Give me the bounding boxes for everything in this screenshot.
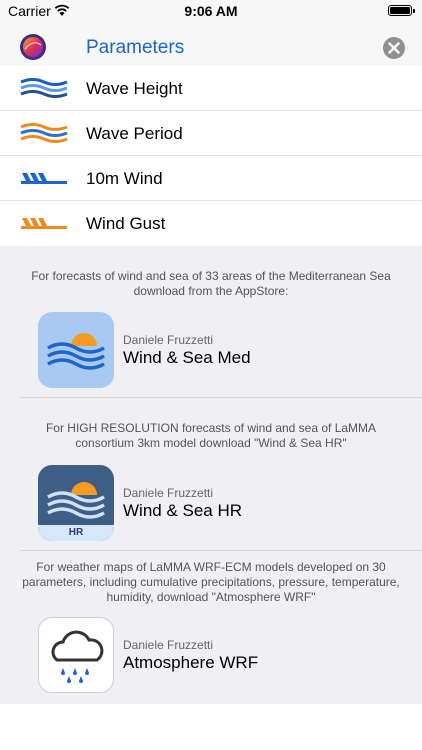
developer-name: Daniele Fruzzetti xyxy=(123,486,214,500)
promo-area: For forecasts of wind and sea of 33 area… xyxy=(0,246,422,704)
parameter-label: Wave Period xyxy=(86,124,183,143)
app-icon-wind-sea-hr[interactable]: HR xyxy=(38,465,114,541)
developer-name: Daniele Fruzzetti xyxy=(123,638,214,652)
app-icon-wind-sea-med[interactable] xyxy=(38,312,114,388)
parameters-list: Wave Height Wave Period 10m Wind Wind Gu… xyxy=(0,66,422,246)
promo-description: For forecasts of wind and sea of 33 area… xyxy=(31,269,391,298)
parameter-item-wave-height[interactable]: Wave Height xyxy=(0,66,422,111)
status-bar: Carrier 9:06 AM xyxy=(0,0,422,22)
parameter-label: 10m Wind xyxy=(86,169,163,188)
app-name[interactable]: Wind & Sea HR xyxy=(123,501,242,521)
bottom-area xyxy=(0,704,422,750)
parameter-item-10m-wind[interactable]: 10m Wind xyxy=(0,156,422,201)
clock: 9:06 AM xyxy=(184,3,238,19)
app-name[interactable]: Atmosphere WRF xyxy=(123,653,258,673)
promo-description: For weather maps of LaMMA WRF-ECM models… xyxy=(22,560,400,604)
divider xyxy=(20,550,422,551)
rain-cloud-icon xyxy=(51,630,104,683)
wave-height-icon xyxy=(20,78,68,98)
hr-badge: HR xyxy=(68,527,84,538)
developer-name: Daniele Fruzzetti xyxy=(123,333,214,347)
wind-gust-icon xyxy=(21,218,67,229)
app-icon-atmosphere-wrf[interactable] xyxy=(38,617,114,693)
sun-wave-icon xyxy=(38,333,114,388)
divider xyxy=(20,397,422,398)
parameter-item-wind-gust[interactable]: Wind Gust xyxy=(0,201,422,246)
parameter-label: Wind Gust xyxy=(86,214,166,233)
app-logo-icon xyxy=(20,34,46,60)
wave-period-icon xyxy=(20,123,68,143)
navigation-bar: Parameters xyxy=(0,22,422,66)
parameter-label: Wave Height xyxy=(86,79,183,98)
page-title: Parameters xyxy=(86,37,185,58)
promo-description: For HIGH RESOLUTION forecasts of wind an… xyxy=(45,421,377,450)
parameter-item-wave-period[interactable]: Wave Period xyxy=(0,111,422,156)
battery-icon xyxy=(388,5,415,16)
close-icon[interactable] xyxy=(382,36,406,60)
app-name[interactable]: Wind & Sea Med xyxy=(123,348,251,368)
wind-barb-icon xyxy=(21,173,67,184)
